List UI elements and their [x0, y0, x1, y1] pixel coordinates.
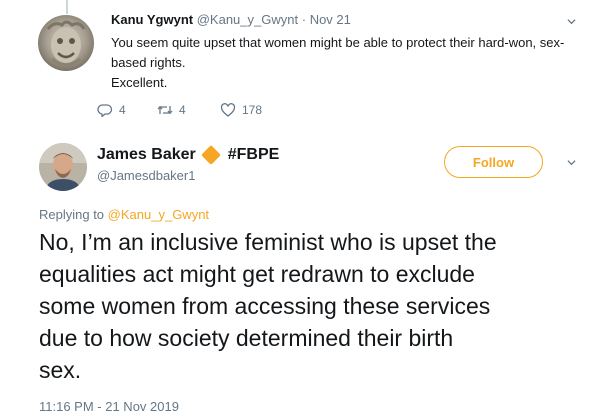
- main-author-handle[interactable]: @Jamesdbaker1: [97, 168, 195, 183]
- header-separator: ·: [301, 12, 307, 27]
- replying-prefix: Replying to: [39, 207, 105, 222]
- parent-text-line: You seem quite upset that women might be…: [111, 35, 565, 50]
- main-author-name-line[interactable]: James Baker #FBPE: [97, 145, 280, 165]
- retweet-button[interactable]: 4: [157, 102, 186, 118]
- retweet-count: 4: [179, 103, 186, 117]
- replying-mention[interactable]: @Kanu_y_Gwynt: [108, 207, 209, 222]
- main-text-line: equalities act might get redrawn to excl…: [39, 261, 475, 287]
- replying-to: Replying to @Kanu_y_Gwynt: [39, 207, 209, 222]
- reply-count: 4: [119, 103, 126, 117]
- parent-tweet: Kanu Ygwynt @Kanu_y_Gwynt · Nov 21 You s…: [0, 0, 600, 135]
- parent-avatar[interactable]: [38, 15, 94, 71]
- follow-button[interactable]: Follow: [444, 146, 543, 178]
- parent-text-line: based rights.: [111, 55, 186, 70]
- parent-author-name[interactable]: Kanu Ygwynt: [111, 12, 193, 27]
- main-text-line: sex.: [39, 357, 82, 383]
- main-avatar[interactable]: [39, 143, 87, 191]
- reply-button[interactable]: 4: [97, 102, 126, 118]
- main-author-hashtag[interactable]: #FBPE: [228, 146, 280, 164]
- retweet-icon: [157, 105, 173, 115]
- reply-icon: [97, 104, 113, 118]
- chevron-down-icon[interactable]: [567, 17, 576, 26]
- parent-text-line: Excellent.: [111, 75, 168, 90]
- main-text-line: due to how society determined their birt…: [39, 325, 454, 351]
- parent-tweet-text: You seem quite upset that women might be…: [111, 33, 581, 93]
- main-author-name[interactable]: James Baker: [97, 146, 196, 164]
- chevron-down-icon[interactable]: [567, 158, 576, 167]
- orange-diamond-icon: [200, 145, 221, 165]
- like-icon: [220, 103, 236, 117]
- parent-header: Kanu Ygwynt @Kanu_y_Gwynt · Nov 21: [111, 12, 351, 27]
- main-tweet-text: No, I’m an inclusive feminist who is ups…: [39, 226, 584, 386]
- like-count: 178: [242, 103, 263, 117]
- like-button[interactable]: 178: [220, 102, 262, 118]
- main-text-line: some women from accessing these services: [39, 293, 491, 319]
- parent-date[interactable]: Nov 21: [310, 12, 351, 27]
- main-text-line: No, I’m an inclusive feminist who is ups…: [39, 229, 497, 255]
- parent-author-handle[interactable]: @Kanu_y_Gwynt: [197, 12, 298, 27]
- tweet-timestamp[interactable]: 11:16 PM - 21 Nov 2019: [39, 399, 179, 414]
